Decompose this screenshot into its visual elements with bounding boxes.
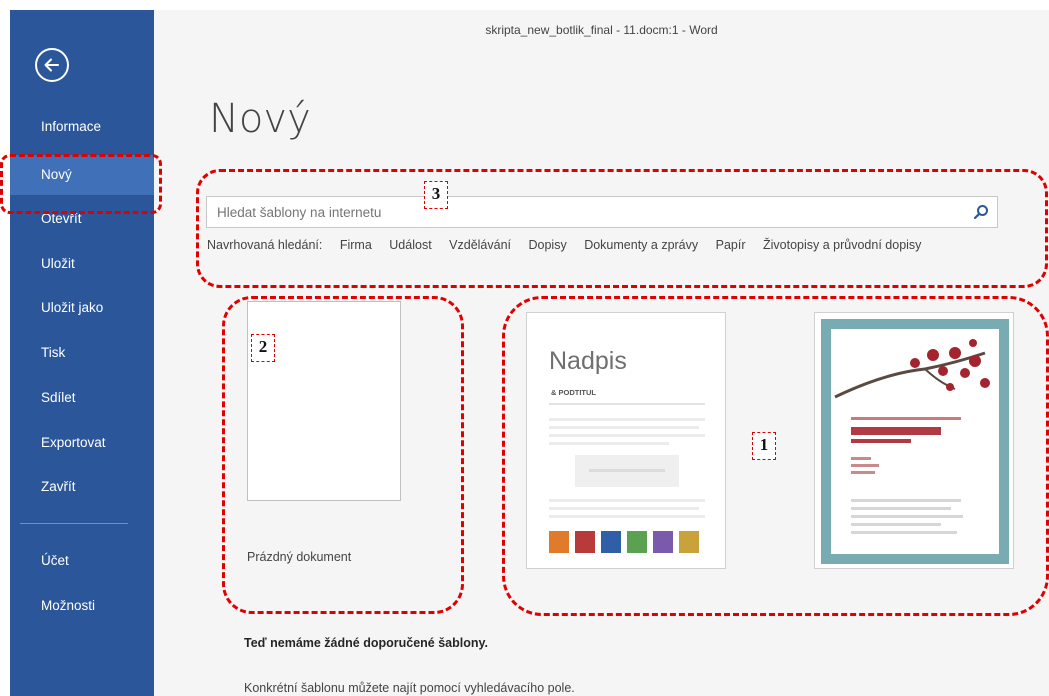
backstage-sidebar: Informace Nový Otevřít Uložit Uložit jak… (10, 10, 154, 696)
no-recommended-templates-title: Teď nemáme žádné doporučené šablony. (244, 636, 488, 650)
sidebar-item-ucet[interactable]: Účet (10, 541, 154, 581)
annotation-novy-highlight (0, 154, 162, 214)
sidebar-item-tisk[interactable]: Tisk (10, 333, 154, 373)
sidebar-item-sdilet[interactable]: Sdílet (10, 378, 154, 418)
annotation-label-1: 1 (752, 432, 776, 460)
annotation-label-3: 3 (424, 181, 448, 209)
sidebar-item-zavrit[interactable]: Zavřít (10, 467, 154, 507)
sidebar-divider (20, 523, 128, 524)
no-recommended-templates-hint: Konkrétní šablonu můžete najít pomocí vy… (244, 681, 575, 695)
sidebar-item-moznosti[interactable]: Možnosti (10, 586, 154, 626)
sidebar-item-informace[interactable]: Informace (10, 107, 154, 147)
annotation-label-2: 2 (251, 334, 275, 362)
sidebar-item-ulozit-jako[interactable]: Uložit jako (10, 288, 154, 328)
back-arrow-icon[interactable] (35, 48, 69, 82)
sidebar-item-ulozit[interactable]: Uložit (10, 244, 154, 284)
window-title: skripta_new_botlik_final - 11.docm:1 - W… (154, 10, 1049, 50)
page-title: Nový (209, 96, 311, 142)
annotation-search-region (196, 169, 1048, 288)
sidebar-item-exportovat[interactable]: Exportovat (10, 423, 154, 463)
